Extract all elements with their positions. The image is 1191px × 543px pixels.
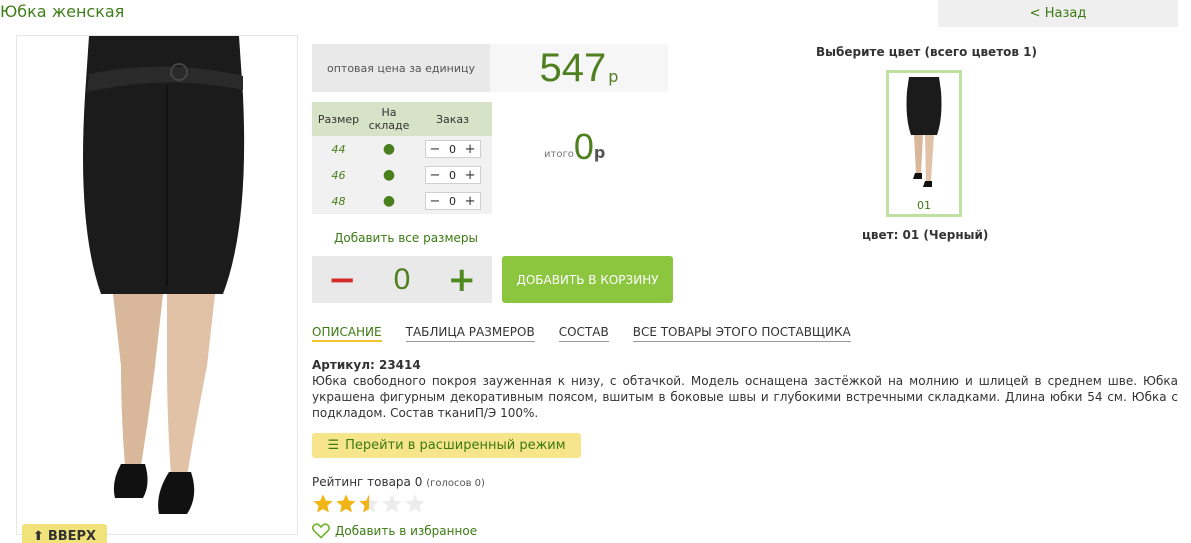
product-tabs: ОПИСАНИЕ ТАБЛИЦА РАЗМЕРОВ СОСТАВ ВСЕ ТОВ… xyxy=(312,325,851,342)
size-header: Размер xyxy=(312,102,365,136)
decrement-button[interactable]: − xyxy=(430,142,441,157)
quantity-stepper: − 0 + xyxy=(424,166,481,184)
decrement-button[interactable]: − xyxy=(430,168,441,183)
main-quantity-stepper: − 0 + xyxy=(312,256,492,303)
back-link[interactable]: < Назад xyxy=(938,0,1178,27)
advanced-mode-button[interactable]: ☰ Перейти в расширенный режим xyxy=(312,433,581,458)
star-icon[interactable] xyxy=(358,493,380,515)
main-decrement-button[interactable]: − xyxy=(328,260,357,300)
quantity-value[interactable]: 0 xyxy=(449,143,456,156)
star-icon[interactable] xyxy=(381,493,403,515)
order-header: Заказ xyxy=(413,102,492,136)
rating-value: Рейтинг товара 0 xyxy=(312,475,423,489)
stock-header-line2: складе xyxy=(368,119,410,132)
rating-votes: (голосов 0) xyxy=(426,478,485,489)
order-cell: − 0 + xyxy=(413,136,492,162)
total-amount: 0 xyxy=(573,126,594,167)
order-cell: − 0 + xyxy=(413,162,492,188)
list-icon: ☰ xyxy=(327,438,340,453)
size-cell: 44 xyxy=(312,136,365,162)
article-number: Артикул: 23414 xyxy=(312,358,421,372)
rating-stars[interactable] xyxy=(312,493,426,515)
price-amount: 547 xyxy=(539,46,607,90)
in-stock-dot: ● xyxy=(365,188,413,214)
stock-header-line1: На xyxy=(381,106,397,119)
arrow-up-icon: ⬆ xyxy=(32,528,44,543)
size-cell: 46 xyxy=(312,162,365,188)
star-icon[interactable] xyxy=(312,493,334,515)
favorites-label: Добавить в избранное xyxy=(335,524,478,538)
swatch-code: 01 xyxy=(917,199,931,212)
total-label: итого xyxy=(544,149,574,160)
price-value: 547 р xyxy=(490,44,668,92)
in-stock-dot: ● xyxy=(365,162,413,188)
in-stock-dot: ● xyxy=(365,136,413,162)
decrement-button[interactable]: − xyxy=(430,194,441,209)
tab-description[interactable]: ОПИСАНИЕ xyxy=(312,325,382,342)
table-row: 46 ● − 0 + xyxy=(312,162,492,188)
table-row: 44 ● − 0 + xyxy=(312,136,492,162)
stock-header: На складе xyxy=(365,102,413,136)
increment-button[interactable]: + xyxy=(465,142,476,157)
star-icon[interactable] xyxy=(335,493,357,515)
add-to-favorites-link[interactable]: Добавить в избранное xyxy=(312,523,477,539)
total-currency: р xyxy=(593,143,606,162)
sizes-table: Размер На складе Заказ 44 ● − 0 + 46 ● −… xyxy=(312,102,492,214)
add-to-cart-button[interactable]: ДОБАВИТЬ В КОРЗИНУ xyxy=(502,256,673,303)
product-description: Артикул: 23414 Юбка свободного покроя за… xyxy=(312,357,1178,421)
table-row: 48 ● − 0 + xyxy=(312,188,492,214)
price-box: оптовая цена за единицу 547 р xyxy=(312,44,668,92)
tab-all-supplier-products[interactable]: ВСЕ ТОВАРЫ ЭТОГО ПОСТАВЩИКА xyxy=(632,325,851,342)
increment-button[interactable]: + xyxy=(465,194,476,209)
quantity-value[interactable]: 0 xyxy=(449,169,456,182)
rating-label: Рейтинг товара 0 (голосов 0) xyxy=(312,475,485,489)
quantity-stepper: − 0 + xyxy=(424,140,481,158)
main-quantity-value[interactable]: 0 xyxy=(394,263,411,297)
advanced-mode-label: Перейти в расширенный режим xyxy=(345,438,566,453)
skirt-photo xyxy=(83,36,245,514)
description-text: Юбка свободного покроя зауженная к низу,… xyxy=(312,374,1178,420)
heart-icon xyxy=(312,523,330,539)
increment-button[interactable]: + xyxy=(465,168,476,183)
price-currency: р xyxy=(608,67,619,86)
swatch-thumbnail xyxy=(906,77,942,187)
star-icon[interactable] xyxy=(404,493,426,515)
add-all-sizes-link[interactable]: Добавить все размеры xyxy=(334,231,478,245)
tab-size-chart[interactable]: ТАБЛИЦА РАЗМЕРОВ xyxy=(405,325,535,342)
size-cell: 48 xyxy=(312,188,365,214)
page-title: Юбка женская xyxy=(0,2,125,21)
quantity-value[interactable]: 0 xyxy=(449,195,456,208)
order-cell: − 0 + xyxy=(413,188,492,214)
tab-composition[interactable]: СОСТАВ xyxy=(558,325,609,342)
color-heading: Выберите цвет (всего цветов 1) xyxy=(816,45,1037,59)
color-swatch[interactable]: 01 xyxy=(886,70,962,217)
scroll-up-label: ВВЕРХ xyxy=(47,528,97,543)
quantity-stepper: − 0 + xyxy=(424,192,481,210)
selected-color-label: цвет: 01 (Черный) xyxy=(862,228,989,242)
scroll-up-button[interactable]: ⬆ ВВЕРХ xyxy=(22,524,107,543)
order-total: итого 0 р xyxy=(544,128,605,166)
price-label: оптовая цена за единицу xyxy=(312,44,490,92)
main-increment-button[interactable]: + xyxy=(448,260,477,300)
product-image[interactable] xyxy=(16,35,298,535)
